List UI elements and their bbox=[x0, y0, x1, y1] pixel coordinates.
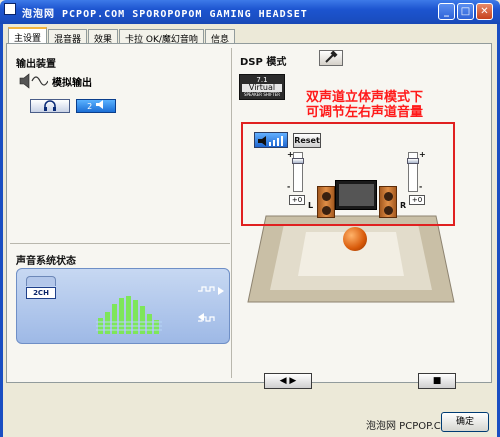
app-logo-icon bbox=[4, 3, 16, 15]
annotation-line-1: 双声道立体声模式下 bbox=[306, 90, 424, 105]
virtual-label: Virtual bbox=[242, 84, 282, 92]
left-speaker-icon[interactable] bbox=[317, 186, 335, 218]
speaker-icon bbox=[95, 100, 103, 109]
left-minus-label: - bbox=[287, 182, 291, 191]
tab-effects[interactable]: 效果 bbox=[88, 29, 119, 45]
equalizer-icon bbox=[258, 136, 283, 146]
channel-tab bbox=[26, 276, 56, 286]
left-plus-label: + bbox=[287, 150, 294, 159]
speaker-shifter-label: SPEAKER SHIFTER bbox=[243, 92, 281, 97]
right-volume-value: +0 bbox=[409, 195, 425, 205]
analog-output-label: 模拟输出 bbox=[52, 77, 92, 89]
left-volume-value: +0 bbox=[289, 195, 305, 205]
virtual-stage bbox=[247, 215, 455, 303]
hammer-icon bbox=[325, 50, 338, 63]
ok-button[interactable]: 确定 bbox=[441, 412, 489, 432]
tab-main-settings[interactable]: 主设置 bbox=[8, 27, 48, 44]
speaker-output-button[interactable]: 2 bbox=[76, 99, 116, 113]
left-volume-knob[interactable] bbox=[292, 158, 304, 164]
right-plus-label: + bbox=[419, 150, 426, 159]
speaker-wave-icon bbox=[19, 73, 48, 89]
title-bar: 泡泡网 PCPOP.COM SPOROPOPOM GAMING HEADSET … bbox=[0, 0, 500, 24]
equalizer-button[interactable] bbox=[254, 132, 288, 148]
right-channel-label: R bbox=[400, 201, 407, 210]
column-divider bbox=[231, 48, 232, 378]
spectrum-visualizer bbox=[96, 296, 162, 334]
tab-info[interactable]: 信息 bbox=[204, 29, 235, 45]
title-product: SPOROPOPOM GAMING HEADSET bbox=[132, 9, 308, 20]
test-play-button[interactable]: ◀ ▶ bbox=[264, 373, 312, 389]
right-minus-label: - bbox=[419, 182, 423, 191]
output-device-title: 输出装置 bbox=[16, 59, 56, 70]
channel-badge: 2CH bbox=[26, 287, 56, 299]
test-stop-button[interactable]: ■ bbox=[418, 373, 456, 389]
headphone-button[interactable] bbox=[30, 99, 70, 113]
status-title: 声音系统状态 bbox=[16, 256, 76, 267]
analog-output-row: 模拟输出 bbox=[18, 73, 92, 89]
tab-mixer[interactable]: 混音器 bbox=[48, 29, 88, 45]
window-title: 泡泡网 PCPOP.COM SPOROPOPOM GAMING HEADSET bbox=[22, 5, 308, 20]
left-divider bbox=[10, 243, 230, 244]
title-watermark: 泡泡网 PCPOP.COM bbox=[22, 9, 126, 20]
dsp-mode-title: DSP 模式 bbox=[240, 57, 287, 68]
annotation-text: 双声道立体声模式下 可调节左右声道音量 bbox=[306, 90, 423, 120]
tab-karaoke[interactable]: 卡拉 OK/魔幻音响 bbox=[119, 29, 204, 45]
annotation-line-2: 可调节左右声道音量 bbox=[306, 105, 424, 120]
tab-bar: 主设置 混音器 效果 卡拉 OK/魔幻音响 信息 bbox=[8, 27, 236, 45]
minimize-button[interactable]: _ bbox=[438, 3, 455, 20]
monitor-icon bbox=[335, 180, 377, 210]
io-signal-icon bbox=[198, 286, 224, 322]
left-channel-label: L bbox=[308, 201, 314, 210]
virtual-speaker-shifter-badge[interactable]: 7.1 Virtual SPEAKER SHIFTER bbox=[239, 74, 285, 100]
right-speaker-icon[interactable] bbox=[379, 186, 397, 218]
maximize-button[interactable]: □ bbox=[457, 3, 474, 20]
dsp-settings-button[interactable] bbox=[319, 50, 343, 66]
reset-button[interactable]: Reset bbox=[293, 133, 321, 148]
right-volume-knob[interactable] bbox=[407, 158, 419, 164]
speaker-count: 2 bbox=[87, 102, 93, 111]
listener-position-icon[interactable] bbox=[343, 227, 367, 251]
headphone-icon bbox=[44, 100, 56, 111]
close-button[interactable]: ✕ bbox=[476, 3, 493, 20]
